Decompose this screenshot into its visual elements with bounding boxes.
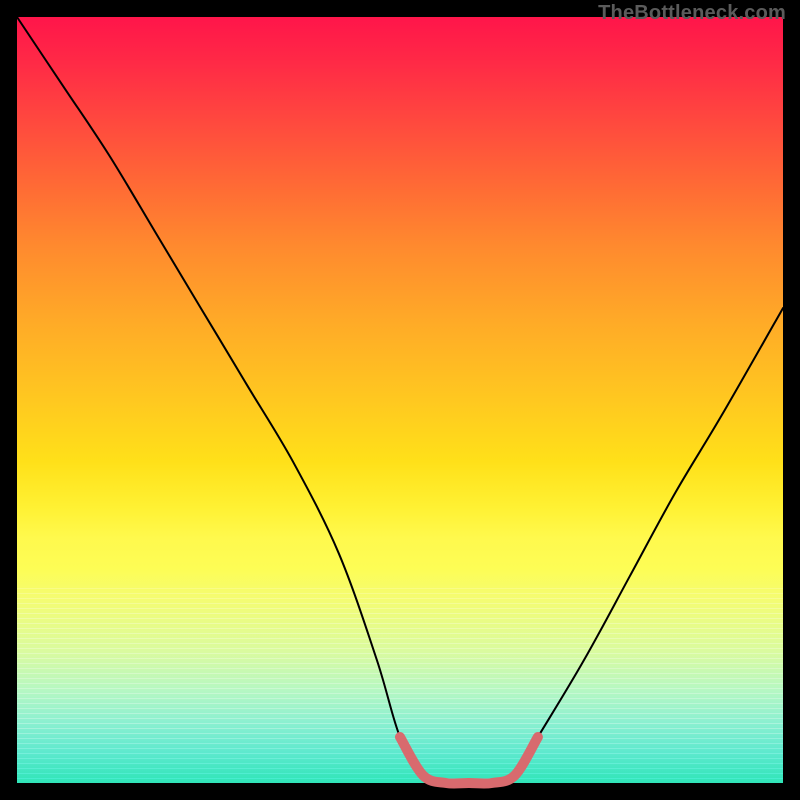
bottleneck-curve-highlight <box>400 737 538 784</box>
bottleneck-curve-line <box>17 17 783 784</box>
watermark-text: TheBottleneck.com <box>598 2 786 25</box>
bottleneck-curve-svg <box>17 17 783 783</box>
plot-area <box>17 17 783 783</box>
chart-frame: TheBottleneck.com <box>0 0 800 800</box>
